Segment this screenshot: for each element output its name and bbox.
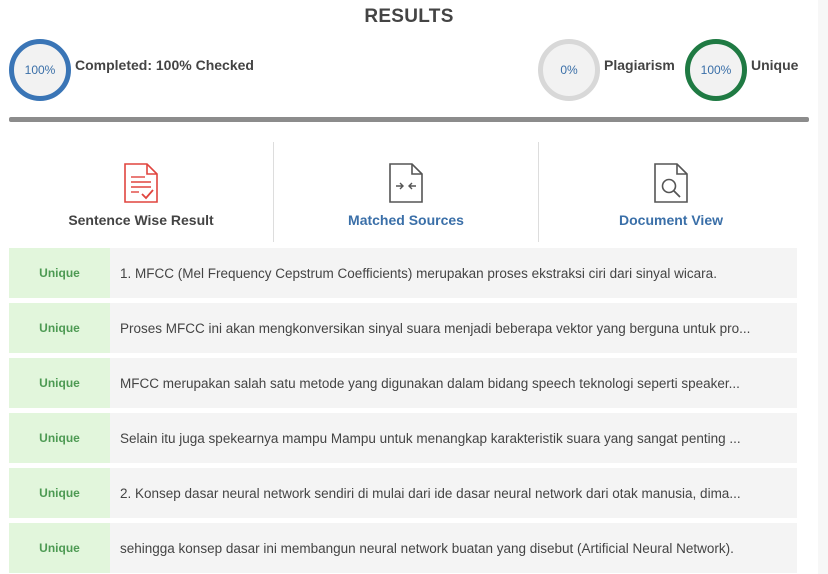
completed-label: Completed: 100% Checked bbox=[75, 57, 254, 73]
sentence-text: MFCC merupakan salah satu metode yang di… bbox=[120, 375, 740, 391]
tab-sentence-wise-result[interactable]: Sentence Wise Result bbox=[9, 142, 273, 242]
status-badge: Unique bbox=[9, 523, 110, 573]
status-badge: Unique bbox=[9, 413, 110, 463]
unique-progress-ring: 100% bbox=[685, 39, 747, 101]
sentence-text: 1. MFCC (Mel Frequency Cepstrum Coeffici… bbox=[120, 265, 717, 281]
results-page: RESULTS 100% Completed: 100% Checked 0% … bbox=[0, 0, 828, 574]
sentence-text: sehingga konsep dasar ini membangun neur… bbox=[120, 540, 734, 556]
status-badge: Unique bbox=[9, 248, 110, 298]
result-row[interactable]: Unique MFCC merupakan salah satu metode … bbox=[9, 358, 797, 408]
scrollbar[interactable] bbox=[818, 0, 828, 574]
plagiarism-progress-ring: 0% bbox=[538, 39, 600, 101]
unique-label: Unique bbox=[751, 57, 799, 73]
completed-value: 100% bbox=[24, 63, 56, 77]
status-badge: Unique bbox=[9, 303, 110, 353]
checked-document-icon bbox=[123, 162, 159, 204]
sentence-result-list: Unique 1. MFCC (Mel Frequency Cepstrum C… bbox=[9, 248, 797, 574]
sentence-text: Selain itu juga spekearnya mampu Mampu u… bbox=[120, 430, 741, 446]
tab-sentence-wise-result-label: Sentence Wise Result bbox=[68, 212, 214, 228]
sentence-text: 2. Konsep dasar neural network sendiri d… bbox=[120, 485, 741, 501]
result-row[interactable]: Unique 1. MFCC (Mel Frequency Cepstrum C… bbox=[9, 248, 797, 298]
tab-document-view[interactable]: Document View bbox=[538, 142, 803, 242]
result-row[interactable]: Unique Proses MFCC ini akan mengkonversi… bbox=[9, 303, 797, 353]
result-view-tabs: Sentence Wise Result Matched Sources Doc… bbox=[9, 142, 803, 242]
result-row[interactable]: Unique 2. Konsep dasar neural network se… bbox=[9, 468, 797, 518]
status-badge: Unique bbox=[9, 468, 110, 518]
section-divider bbox=[9, 117, 809, 122]
unique-value: 100% bbox=[700, 63, 732, 77]
result-row[interactable]: Unique Selain itu juga spekearnya mampu … bbox=[9, 413, 797, 463]
plagiarism-label: Plagiarism bbox=[604, 57, 675, 73]
plagiarism-value: 0% bbox=[560, 63, 578, 77]
result-row[interactable]: Unique sehingga konsep dasar ini membang… bbox=[9, 523, 797, 573]
page-title: RESULTS bbox=[364, 6, 454, 27]
compare-document-icon bbox=[388, 162, 424, 204]
tab-matched-sources-label: Matched Sources bbox=[348, 212, 464, 228]
sentence-text: Proses MFCC ini akan mengkonversikan sin… bbox=[120, 320, 751, 336]
tab-document-view-label: Document View bbox=[619, 212, 723, 228]
search-document-icon bbox=[653, 162, 689, 204]
tab-matched-sources[interactable]: Matched Sources bbox=[273, 142, 538, 242]
status-badge: Unique bbox=[9, 358, 110, 408]
completed-progress-ring: 100% bbox=[9, 39, 71, 101]
